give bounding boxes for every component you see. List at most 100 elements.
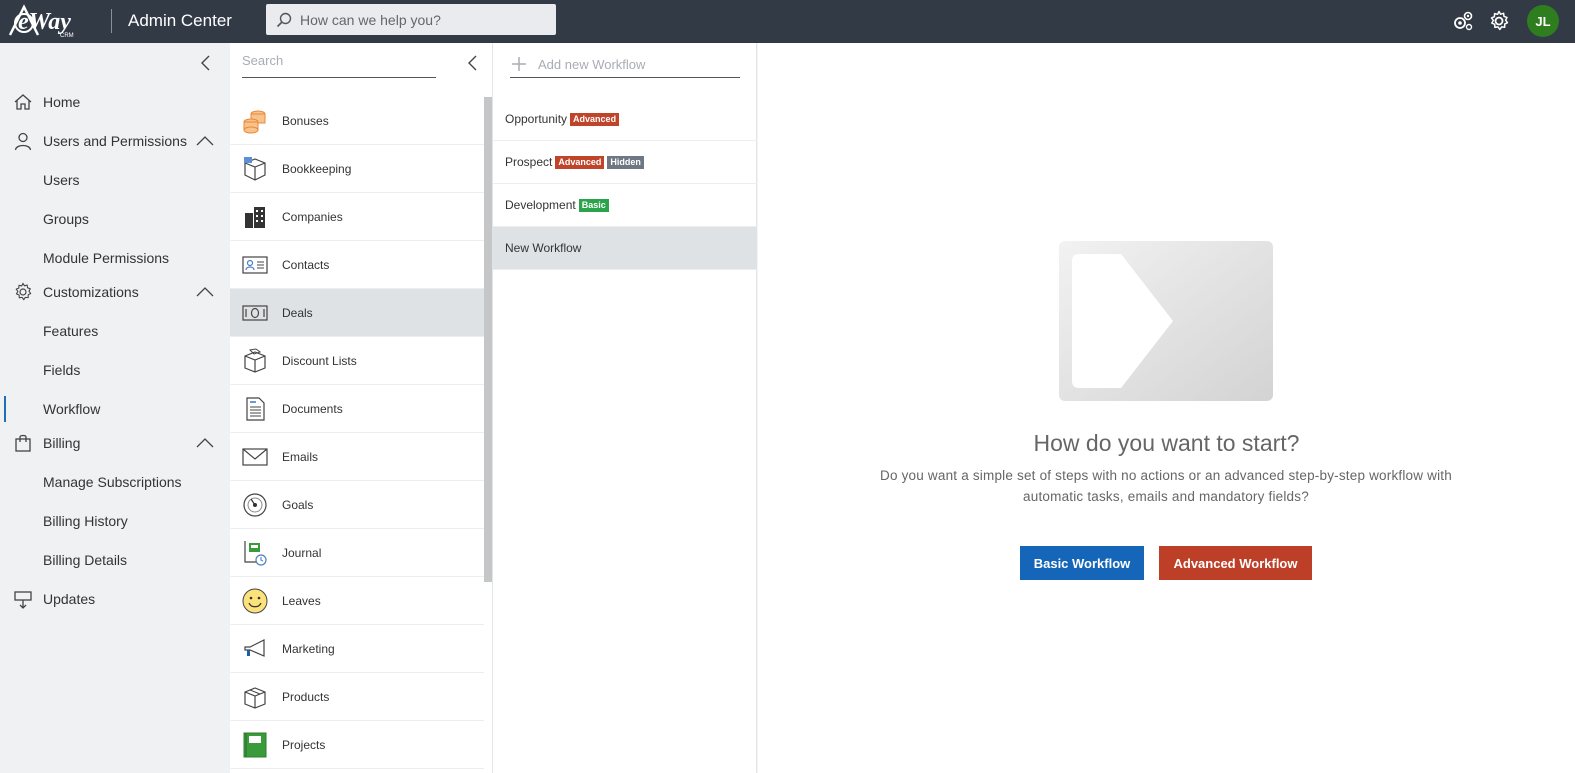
help-search-input[interactable] xyxy=(300,11,540,28)
workflow-list-panel: Add new Workflow Opportunity Advanced Pr… xyxy=(493,43,757,773)
sidebar-item-label: Home xyxy=(43,94,81,110)
product-box-icon xyxy=(244,687,266,709)
module-item-discount-lists[interactable]: Discount Lists xyxy=(230,337,484,385)
top-bar: eWay CRM Admin Center JL xyxy=(0,0,1575,43)
smiley-icon xyxy=(242,588,268,614)
module-item-documents[interactable]: Documents xyxy=(230,385,484,433)
sidebar-item-manage-subscriptions[interactable]: Manage Subscriptions xyxy=(0,467,230,497)
workflow-item-label: Prospect xyxy=(505,155,553,169)
workflow-item-opportunity[interactable]: Opportunity Advanced xyxy=(493,98,757,141)
add-new-workflow-button[interactable]: Add new Workflow xyxy=(510,51,740,78)
module-item-bonuses[interactable]: Bonuses xyxy=(230,97,484,145)
chevron-up-icon[interactable] xyxy=(196,134,214,148)
discount-box-icon xyxy=(244,348,266,373)
advanced-badge: Advanced xyxy=(555,155,605,169)
box-icon xyxy=(244,157,266,181)
module-list-scrollbar[interactable] xyxy=(484,97,492,582)
hidden-badge: Hidden xyxy=(607,155,644,169)
sidebar-item-groups[interactable]: Groups xyxy=(0,204,230,234)
megaphone-icon xyxy=(244,639,265,657)
sidebar-item-fields[interactable]: Fields xyxy=(0,355,230,385)
sidebar-item-users[interactable]: Users xyxy=(0,165,230,195)
workflow-start-pane: How do you want to start? Do you want a … xyxy=(758,43,1575,773)
module-item-label: Goals xyxy=(282,497,314,512)
module-search-box[interactable] xyxy=(242,51,436,78)
logo-text: eWay xyxy=(18,9,71,35)
module-item-leaves[interactable]: Leaves xyxy=(230,577,484,625)
module-item-label: Emails xyxy=(282,449,319,464)
gear-icon xyxy=(15,282,32,301)
project-icon xyxy=(243,732,267,758)
module-item-goals[interactable]: Goals xyxy=(230,481,484,529)
module-item-journal[interactable]: Journal xyxy=(230,529,484,577)
journal-icon xyxy=(244,541,267,566)
workflow-arrow-illustration-icon xyxy=(1059,241,1273,401)
module-search-input[interactable] xyxy=(242,53,432,68)
document-icon xyxy=(246,397,265,421)
advanced-workflow-button[interactable]: Advanced Workflow xyxy=(1159,546,1312,580)
extensions-icon[interactable] xyxy=(1452,10,1474,32)
sidebar-item-billing-history[interactable]: Billing History xyxy=(0,506,230,536)
sidebar-item-label: Features xyxy=(43,323,99,339)
basic-badge: Basic xyxy=(578,198,609,212)
module-item-label: Discount Lists xyxy=(282,353,357,368)
workflow-item-prospect[interactable]: Prospect Advanced Hidden xyxy=(493,141,757,184)
module-item-label: Bonuses xyxy=(282,113,329,128)
module-item-bookkeeping[interactable]: Bookkeeping xyxy=(230,145,484,193)
module-item-marketing[interactable]: Marketing xyxy=(230,625,484,673)
module-item-label: Products xyxy=(282,689,330,704)
sidebar-item-users-and-permissions[interactable]: Users and Permissions xyxy=(0,126,230,156)
bag-icon xyxy=(15,434,31,452)
eway-logo[interactable]: eWay CRM xyxy=(8,3,96,39)
module-item-deals[interactable]: Deals xyxy=(230,289,484,337)
sidebar-item-billing-details[interactable]: Billing Details xyxy=(0,545,230,575)
module-item-companies[interactable]: Companies xyxy=(230,193,484,241)
start-description: Do you want a simple set of steps with n… xyxy=(866,465,1466,507)
sidebar-item-label: Customizations xyxy=(43,284,139,300)
search-icon xyxy=(276,12,292,27)
basic-workflow-button[interactable]: Basic Workflow xyxy=(1020,546,1144,580)
module-item-label: Bookkeeping xyxy=(282,161,352,176)
admin-sidebar: Home Users and Permissions Users Groups … xyxy=(0,43,230,773)
module-list: Bonuses Bookkeeping Companies Contacts D… xyxy=(230,97,484,769)
module-item-label: Documents xyxy=(282,401,343,416)
start-description-line: automatic tasks, emails and mandatory fi… xyxy=(1023,489,1309,504)
user-avatar[interactable]: JL xyxy=(1527,5,1559,37)
sidebar-item-label: Groups xyxy=(43,211,89,227)
workflow-item-label: New Workflow xyxy=(505,241,582,255)
sidebar-item-label: Module Permissions xyxy=(43,250,170,266)
module-item-label: Companies xyxy=(282,209,343,224)
workflow-item-development[interactable]: Development Basic xyxy=(493,184,757,227)
home-icon xyxy=(14,94,32,110)
module-item-emails[interactable]: Emails xyxy=(230,433,484,481)
help-search-box[interactable] xyxy=(266,4,556,35)
settings-icon[interactable] xyxy=(1488,10,1510,32)
module-item-contacts[interactable]: Contacts xyxy=(230,241,484,289)
sidebar-item-workflow[interactable]: Workflow xyxy=(0,394,230,424)
chevron-up-icon[interactable] xyxy=(196,285,214,299)
module-item-products[interactable]: Products xyxy=(230,673,484,721)
sidebar-item-home[interactable]: Home xyxy=(0,87,230,117)
module-item-label: Projects xyxy=(282,737,326,752)
sidebar-item-features[interactable]: Features xyxy=(0,316,230,346)
module-item-label: Contacts xyxy=(282,257,330,272)
building-icon xyxy=(245,207,265,228)
chevron-up-icon[interactable] xyxy=(196,436,214,450)
module-item-label: Deals xyxy=(282,305,313,320)
workflow-item-new-workflow[interactable]: New Workflow xyxy=(493,227,757,270)
start-description-line: Do you want a simple set of steps with n… xyxy=(880,468,1452,483)
target-icon xyxy=(243,493,267,517)
user-icon xyxy=(14,132,32,151)
module-item-label: Leaves xyxy=(282,593,321,608)
sidebar-item-customizations[interactable]: Customizations xyxy=(0,277,230,307)
module-panel-collapse-chevron-icon[interactable] xyxy=(466,55,478,71)
deal-icon xyxy=(242,305,268,321)
sidebar-item-module-permissions[interactable]: Module Permissions xyxy=(0,243,230,273)
workflow-item-label: Development xyxy=(505,198,576,212)
sidebar-item-label: Users and Permissions xyxy=(43,133,187,149)
sidebar-item-billing[interactable]: Billing xyxy=(0,428,230,458)
module-item-projects[interactable]: Projects xyxy=(230,721,484,769)
sidebar-collapse-chevron-icon[interactable] xyxy=(199,55,211,71)
module-item-label: Journal xyxy=(282,545,322,560)
sidebar-item-updates[interactable]: Updates xyxy=(0,584,230,614)
